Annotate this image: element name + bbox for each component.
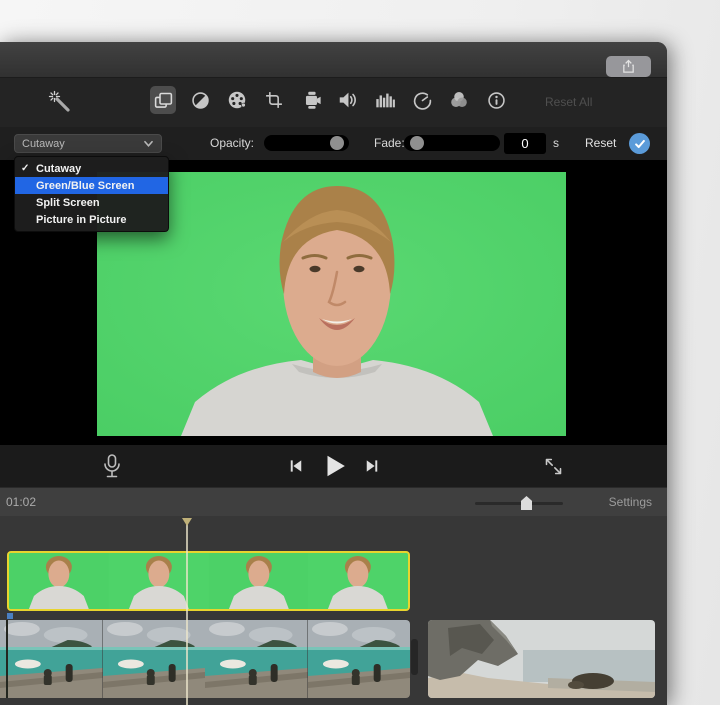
opacity-label: Opacity:: [210, 136, 254, 150]
overlay-icon: [153, 90, 174, 111]
clip-thumbnail: [0, 620, 103, 698]
fade-slider-thumb[interactable]: [410, 136, 424, 150]
clip-thumbnail: [308, 553, 408, 609]
fade-label: Fade:: [374, 136, 405, 150]
timeline-header: 01:02 Settings: [0, 487, 667, 516]
timeline-zoom-slider[interactable]: [475, 502, 563, 505]
play-button-icon[interactable]: [321, 453, 347, 479]
color-correction-icon: [190, 90, 211, 111]
clip-thumbnail: [428, 620, 655, 698]
tab-speed[interactable]: [409, 86, 435, 114]
overlay-type-dropdown[interactable]: Cutaway: [14, 134, 162, 153]
playhead[interactable]: [186, 524, 188, 705]
tab-color-palette[interactable]: [224, 86, 250, 114]
menu-item-cutaway[interactable]: ✓ Cutaway: [15, 160, 168, 177]
green-screen-clip-selected[interactable]: [7, 551, 410, 611]
tab-stabilization[interactable]: [298, 86, 324, 114]
menu-item-picture-in-picture[interactable]: Picture in Picture: [15, 211, 168, 228]
fullscreen-icon[interactable]: [543, 456, 564, 477]
enhance-magic-wand-icon[interactable]: [47, 89, 74, 116]
titlebar: [0, 42, 667, 78]
fade-seconds-field[interactable]: 0: [504, 133, 546, 154]
chevron-down-icon: [143, 140, 154, 148]
tab-equalizer[interactable]: [372, 86, 398, 114]
clip-thumbnail: [205, 620, 308, 698]
playback-bar: [0, 444, 667, 487]
reset-button[interactable]: Reset: [585, 136, 616, 150]
overlay-type-value: Cutaway: [22, 138, 65, 150]
opacity-slider[interactable]: [264, 135, 349, 151]
clip-thumbnail: [103, 620, 206, 698]
video-camera-icon: [300, 89, 322, 111]
inspector-tabs: [150, 86, 509, 114]
clip-connection-indicator: [7, 613, 13, 619]
timeline: [0, 516, 667, 705]
clip-boundary: [6, 620, 8, 698]
crop-icon: [264, 90, 284, 110]
share-button[interactable]: [606, 56, 651, 77]
clip-thumbnail: [308, 620, 411, 698]
fade-slider[interactable]: [404, 135, 500, 151]
imovie-window: Reset All Cutaway Opacity: Fade: 0 s Res…: [0, 42, 667, 705]
tab-color-balance[interactable]: [446, 86, 472, 114]
timeline-settings-button[interactable]: Settings: [609, 495, 652, 509]
skip-forward-icon[interactable]: [363, 457, 381, 475]
tab-info[interactable]: [483, 86, 509, 114]
playhead-marker[interactable]: [182, 518, 192, 526]
clip-thumbnail: [109, 553, 209, 609]
tab-color-correction[interactable]: [187, 86, 213, 114]
adjust-toolbar: Reset All: [0, 78, 667, 127]
rocky-beach-clip[interactable]: [428, 620, 655, 698]
menu-item-split-screen[interactable]: Split Screen: [15, 194, 168, 211]
opacity-slider-thumb[interactable]: [330, 136, 344, 150]
checkmark-icon: [634, 138, 646, 150]
reset-all-button[interactable]: Reset All: [545, 95, 592, 109]
apply-checkmark-button[interactable]: [629, 133, 650, 154]
timecode-display: 01:02: [6, 495, 36, 509]
tab-volume[interactable]: [335, 86, 361, 114]
transport-controls: [0, 445, 667, 487]
clip-gap-handle[interactable]: [411, 639, 418, 675]
color-palette-icon: [226, 89, 248, 111]
speaker-icon: [337, 89, 359, 111]
equalizer-icon: [374, 89, 396, 111]
menu-item-green-blue-screen[interactable]: Green/Blue Screen: [15, 177, 168, 194]
clip-thumbnail: [9, 553, 109, 609]
info-icon: [486, 90, 507, 111]
tab-crop[interactable]: [261, 86, 287, 114]
seconds-unit-label: s: [553, 136, 559, 150]
speedometer-icon: [412, 90, 433, 111]
overlay-type-menu: ✓ Cutaway Green/Blue Screen Split Screen…: [14, 156, 169, 232]
color-balance-icon: [448, 89, 470, 111]
timeline-zoom-thumb[interactable]: [521, 496, 532, 510]
tab-overlay-settings[interactable]: [150, 86, 176, 114]
beach-clip[interactable]: [0, 620, 410, 698]
skip-back-icon[interactable]: [287, 457, 305, 475]
menu-checkmark-icon: ✓: [21, 163, 36, 174]
clip-thumbnail: [209, 553, 309, 609]
share-icon: [621, 59, 636, 74]
